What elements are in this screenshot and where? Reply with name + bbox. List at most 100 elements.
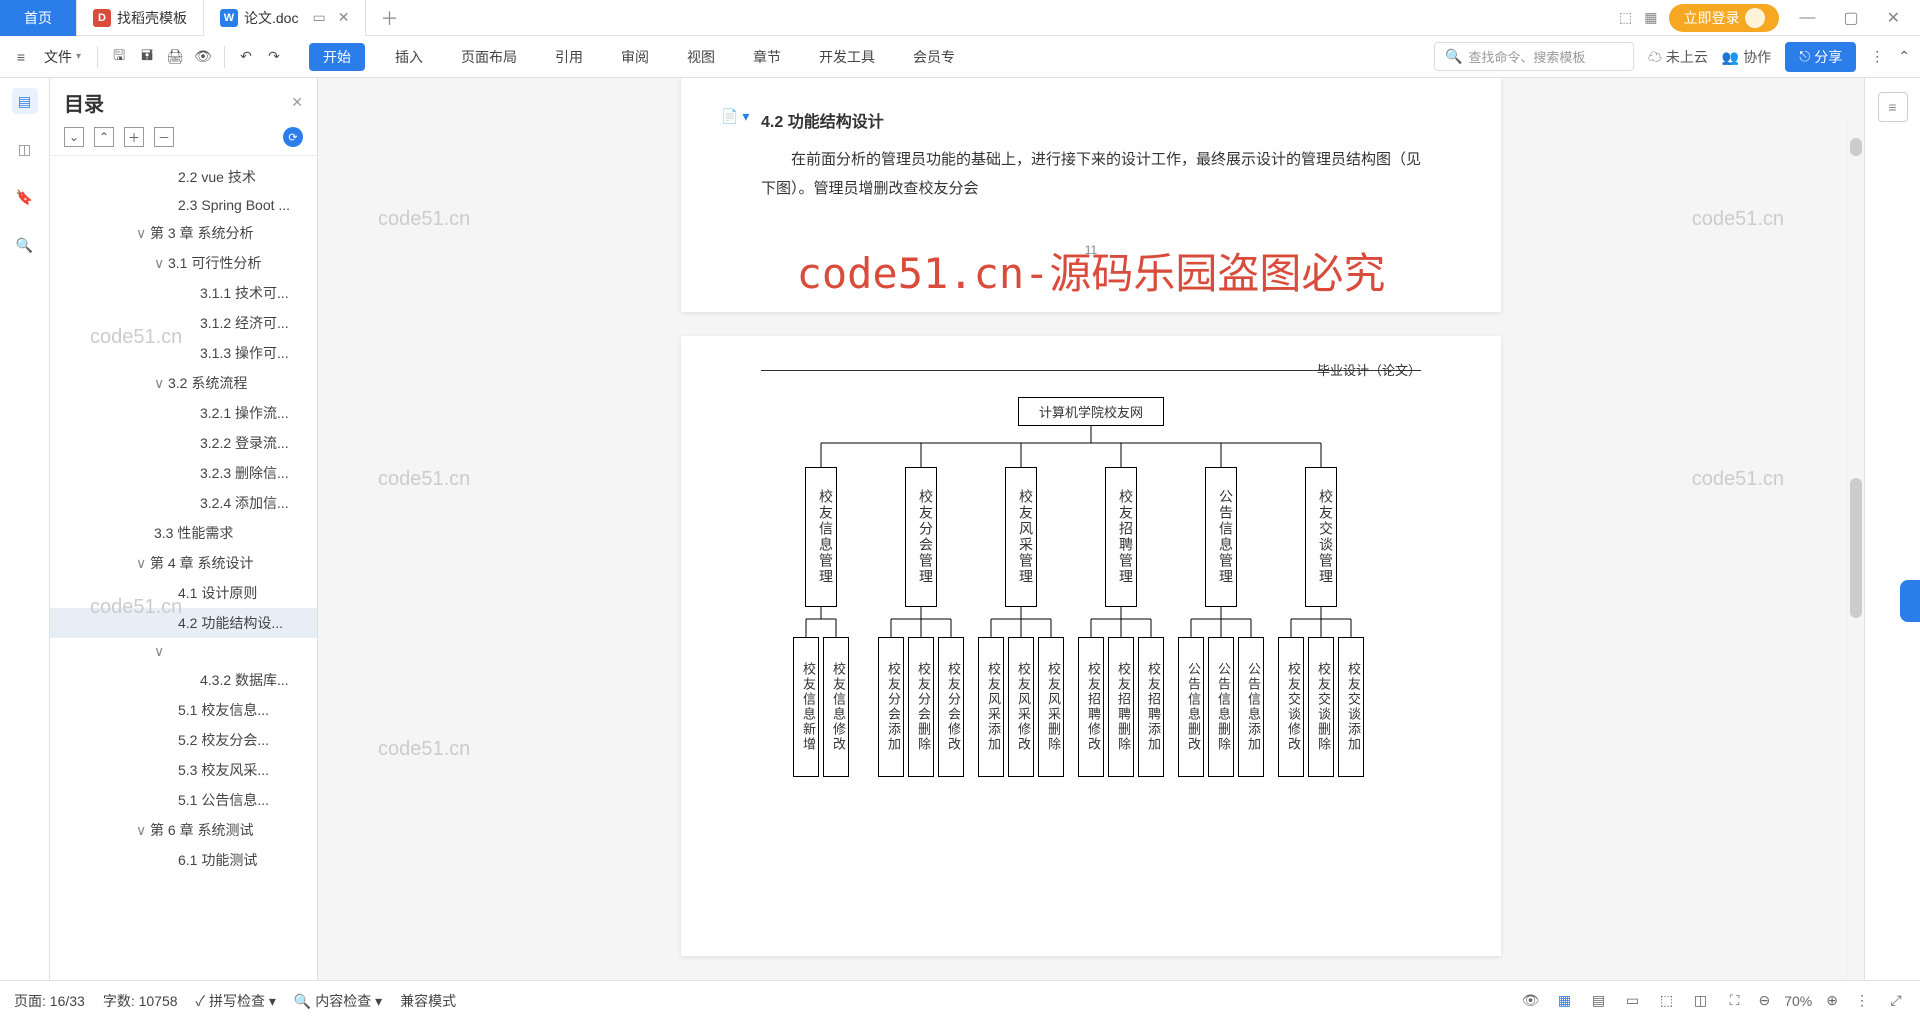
saveas-icon[interactable]: 🖬 <box>136 46 158 68</box>
expand-icon[interactable]: ⤢ <box>1886 991 1906 1011</box>
add-node-icon[interactable]: ＋ <box>124 127 144 147</box>
outline-item[interactable]: 3.1.2 经济可... <box>50 308 317 338</box>
minimize-icon[interactable]: — <box>1791 9 1823 27</box>
outline-item[interactable]: 3.2.4 添加信... <box>50 488 317 518</box>
file-menu[interactable]: 文件▾ <box>38 47 87 67</box>
outline-item[interactable]: ∨第 6 章 系统测试 <box>50 815 317 845</box>
undo-icon[interactable]: ↶ <box>235 46 257 68</box>
ribbon-tab-chapter[interactable]: 章节 <box>745 43 789 71</box>
document-area[interactable]: code51.cn code51.cn code51.cn code51.cn … <box>318 78 1864 980</box>
zoom-out[interactable]: ⊖ <box>1759 992 1771 1009</box>
outline-item[interactable]: 2.2 vue 技术 <box>50 162 317 192</box>
ribbon-tab-layout[interactable]: 页面布局 <box>453 43 525 71</box>
ribbon: ≡ 文件▾ 🖫 🖬 🖨 👁 ↶ ↷ 开始 插入 页面布局 引用 审阅 视图 章节… <box>0 36 1920 78</box>
view2-icon[interactable]: ▤ <box>1589 991 1609 1011</box>
preview-icon[interactable]: 👁 <box>192 46 214 68</box>
menu-icon[interactable]: ≡ <box>10 46 32 68</box>
diagram-leaf: 校友交谈修改 <box>1278 637 1304 777</box>
tab-close-icon[interactable]: ✕ <box>338 9 350 26</box>
cloud-status[interactable]: ☁ 未上云 <box>1648 47 1708 67</box>
tab-document[interactable]: W论文.doc ▭✕ <box>204 0 366 36</box>
outline-close-icon[interactable]: ✕ <box>291 94 303 111</box>
share-button[interactable]: ⎋ 分享 <box>1785 42 1856 72</box>
view5-icon[interactable]: ◫ <box>1691 991 1711 1011</box>
find-icon[interactable]: 🔍 <box>12 232 38 258</box>
zoom-level[interactable]: 70% <box>1784 993 1812 1009</box>
outline-item[interactable]: 3.2.2 登录流... <box>50 428 317 458</box>
diagram-branch: 公告信息管理 <box>1205 467 1237 607</box>
edge-tab[interactable] <box>1900 580 1920 622</box>
remove-node-icon[interactable]: － <box>154 127 174 147</box>
maximize-icon[interactable]: ▢ <box>1835 8 1866 28</box>
close-icon[interactable]: ✕ <box>1879 8 1908 28</box>
ribbon-tab-review[interactable]: 审阅 <box>613 43 657 71</box>
outline-item[interactable]: ∨第 3 章 系统分析 <box>50 218 317 248</box>
outline-item[interactable]: 4.2 功能结构设... <box>50 608 317 638</box>
save-icon[interactable]: 🖫 <box>108 46 130 68</box>
outline-item[interactable]: ∨3.1 可行性分析 <box>50 248 317 278</box>
ribbon-tab-vip[interactable]: 会员专 <box>905 43 963 71</box>
slide-icon[interactable]: ◫ <box>12 136 38 162</box>
diagram-leaf: 校友招聘删除 <box>1108 637 1134 777</box>
outline-item[interactable]: 3.1.3 操作可... <box>50 338 317 368</box>
eye-icon[interactable]: 👁 <box>1521 991 1541 1011</box>
section-heading: 4.2 功能结构设计 <box>761 108 1421 132</box>
view4-icon[interactable]: ⬚ <box>1657 991 1677 1011</box>
collapse-icon[interactable]: ⌃ <box>1898 48 1910 65</box>
outline-item[interactable]: ∨第 4 章 系统设计 <box>50 548 317 578</box>
view3-icon[interactable]: ▭ <box>1623 991 1643 1011</box>
compat-mode[interactable]: 兼容模式 <box>400 991 456 1011</box>
ribbon-tab-ref[interactable]: 引用 <box>547 43 591 71</box>
outline-item[interactable]: 3.3 性能需求 <box>50 518 317 548</box>
collab-button[interactable]: 👥 协作 <box>1722 47 1771 67</box>
print-icon[interactable]: 🖨 <box>164 46 186 68</box>
spellcheck-toggle[interactable]: ✓ 拼写检查 ▾ <box>196 991 276 1011</box>
outline-item[interactable]: 5.3 校友风采... <box>50 755 317 785</box>
outline-list[interactable]: code51.cn code51.cn 2.2 vue 技术2.3 Spring… <box>50 156 317 980</box>
more-icon[interactable]: ⋮ <box>1870 48 1884 65</box>
login-button[interactable]: 立即登录 <box>1669 4 1779 32</box>
ribbon-tab-start[interactable]: 开始 <box>309 43 365 71</box>
diagram-leaf: 校友信息修改 <box>823 637 849 777</box>
side-tabs: ▤ ◫ 🔖 🔍 <box>0 78 50 980</box>
content-check[interactable]: 🔍 内容检查 ▾ <box>294 991 382 1011</box>
ribbon-tab-insert[interactable]: 插入 <box>387 43 431 71</box>
outline-item[interactable]: 4.1 设计原则 <box>50 578 317 608</box>
outline-item[interactable]: ∨ <box>50 638 317 665</box>
word-count[interactable]: 字数: 10758 <box>103 991 178 1011</box>
diagram-leaf: 校友风采删除 <box>1038 637 1064 777</box>
outline-item[interactable]: 2.3 Spring Boot ... <box>50 192 317 218</box>
refresh-icon[interactable]: ⟳ <box>283 127 303 147</box>
outline-item[interactable]: ∨3.2 系统流程 <box>50 368 317 398</box>
zoom-fit-icon[interactable]: ⛶ <box>1725 991 1745 1011</box>
view1-icon[interactable]: ▦ <box>1555 991 1575 1011</box>
tab-home[interactable]: 首页 <box>0 0 77 36</box>
outline-item[interactable]: 3.1.1 技术可... <box>50 278 317 308</box>
page-indicator[interactable]: 页面: 16/33 <box>14 991 85 1011</box>
expand-all-icon[interactable]: ⌃ <box>94 127 114 147</box>
outline-item[interactable]: 6.1 功能测试 <box>50 845 317 875</box>
tab-add[interactable]: ＋ <box>366 5 412 31</box>
outline-icon[interactable]: ▤ <box>12 88 38 114</box>
redo-icon[interactable]: ↷ <box>263 46 285 68</box>
outline-item[interactable]: 5.2 校友分会... <box>50 725 317 755</box>
outline-item[interactable]: 3.2.1 操作流... <box>50 398 317 428</box>
tab-templates[interactable]: D找稻壳模板 <box>77 0 204 36</box>
collapse-all-icon[interactable]: ⌄ <box>64 127 84 147</box>
panel-toggle-icon[interactable]: ≡ <box>1878 92 1908 122</box>
scrollbar[interactable] <box>1846 118 1864 980</box>
tab-split-icon[interactable]: ▭ <box>312 9 325 26</box>
command-search[interactable]: 🔍查找命令、搜索模板 <box>1434 42 1634 71</box>
page-marker-icon[interactable]: 📄 ▾ <box>721 108 749 125</box>
sb-more-icon[interactable]: ⋮ <box>1852 991 1872 1011</box>
outline-item[interactable]: 5.1 校友信息... <box>50 695 317 725</box>
bookmark-icon[interactable]: 🔖 <box>12 184 38 210</box>
ribbon-tab-view[interactable]: 视图 <box>679 43 723 71</box>
ribbon-tab-dev[interactable]: 开发工具 <box>811 43 883 71</box>
zoom-in[interactable]: ⊕ <box>1826 992 1838 1009</box>
outline-item[interactable]: 5.1 公告信息... <box>50 785 317 815</box>
apps-icon[interactable]: ▦ <box>1644 9 1657 26</box>
layout1-icon[interactable]: ⬚ <box>1619 9 1632 26</box>
outline-item[interactable]: 3.2.3 删除信... <box>50 458 317 488</box>
outline-item[interactable]: 4.3.2 数据库... <box>50 665 317 695</box>
